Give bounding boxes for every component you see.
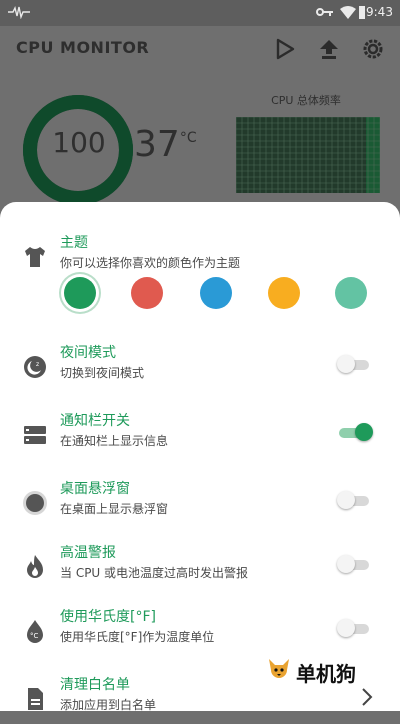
temperature-drop-icon: °C — [27, 620, 43, 643]
pulse-icon — [8, 5, 30, 19]
floating-window-toggle[interactable] — [337, 490, 371, 512]
play-store-icon[interactable] — [274, 38, 296, 60]
floating-window-desc: 在桌面上显示悬浮窗 — [60, 502, 169, 516]
night-mode-setting[interactable]: z 夜间模式 切换到夜间模式 — [0, 342, 400, 392]
fahrenheit-toggle[interactable] — [337, 618, 371, 640]
dashboard: 100 37°C CPU 总体频率 — [0, 74, 400, 205]
night-mode-title: 夜间模式 — [60, 345, 116, 361]
theme-color-teal[interactable] — [335, 277, 367, 309]
theme-desc: 你可以选择你喜欢的颜色作为主题 — [60, 256, 241, 270]
floating-window-icon — [23, 491, 47, 515]
theme-color-orange[interactable] — [268, 277, 300, 309]
theme-title: 主题 — [60, 235, 88, 251]
high-temp-alert-toggle[interactable] — [337, 554, 371, 576]
theme-setting: 主题 你可以选择你喜欢的颜色作为主题 — [0, 232, 400, 282]
frequency-label: CPU 总体频率 — [271, 94, 341, 107]
wifi-icon — [340, 6, 356, 19]
temperature-value: 37 — [134, 124, 180, 165]
flame-icon — [27, 555, 43, 578]
whitelist-desc: 添加应用到白名单 — [60, 698, 157, 712]
cpu-usage-value: 100 — [52, 126, 106, 159]
floating-window-title: 桌面悬浮窗 — [60, 481, 130, 497]
notification-bar-icon — [24, 426, 46, 444]
frequency-graph — [236, 117, 380, 193]
night-mode-desc: 切换到夜间模式 — [60, 366, 145, 380]
fahrenheit-desc: 使用华氏度[°F]作为温度单位 — [60, 630, 215, 644]
night-mode-icon: z — [24, 356, 46, 378]
notification-desc: 在通知栏上显示信息 — [60, 434, 169, 448]
dog-logo-icon — [269, 659, 289, 678]
temperature-unit: °C — [179, 130, 197, 146]
svg-text:°C: °C — [30, 632, 39, 640]
theme-color-blue[interactable] — [200, 277, 232, 309]
svg-text:z: z — [36, 361, 39, 368]
upload-icon[interactable] — [318, 38, 340, 60]
notification-toggle[interactable] — [337, 422, 373, 444]
high-temp-alert-title: 高温警报 — [60, 545, 116, 561]
key-icon — [316, 8, 333, 16]
temperature-readout: 37°C — [134, 124, 197, 165]
notification-setting[interactable]: 通知栏开关 在通知栏上显示信息 — [0, 410, 400, 460]
fahrenheit-title: 使用华氏度[°F] — [60, 609, 156, 625]
floating-window-setting[interactable]: 桌面悬浮窗 在桌面上显示悬浮窗 — [0, 478, 400, 528]
watermark-text: 单机狗 — [296, 662, 356, 686]
document-icon — [28, 688, 43, 710]
theme-color-green[interactable] — [64, 277, 96, 309]
high-temp-alert-setting[interactable]: 高温警报 当 CPU 或电池温度过高时发出警报 — [0, 542, 400, 592]
status-time: 9:43 — [366, 5, 393, 19]
battery-icon — [359, 6, 365, 19]
theme-color-red[interactable] — [131, 277, 163, 309]
fahrenheit-setting[interactable]: °C 使用华氏度[°F] 使用华氏度[°F]作为温度单位 — [0, 606, 400, 656]
chevron-right-icon[interactable] — [360, 686, 374, 708]
night-mode-toggle[interactable] — [337, 354, 371, 376]
shirt-icon — [25, 247, 45, 267]
app-title: CPU MONITOR — [16, 38, 150, 57]
app-bar: CPU MONITOR — [0, 26, 400, 74]
settings-sheet: 主题 你可以选择你喜欢的颜色作为主题 z 夜间模式 切换到夜间模式 通知栏开关 … — [0, 202, 400, 712]
status-bar: 9:43 — [0, 0, 400, 26]
notification-title: 通知栏开关 — [60, 413, 130, 429]
settings-icon[interactable] — [362, 38, 384, 60]
high-temp-alert-desc: 当 CPU 或电池温度过高时发出警报 — [60, 566, 249, 580]
whitelist-title: 清理白名单 — [60, 677, 130, 693]
